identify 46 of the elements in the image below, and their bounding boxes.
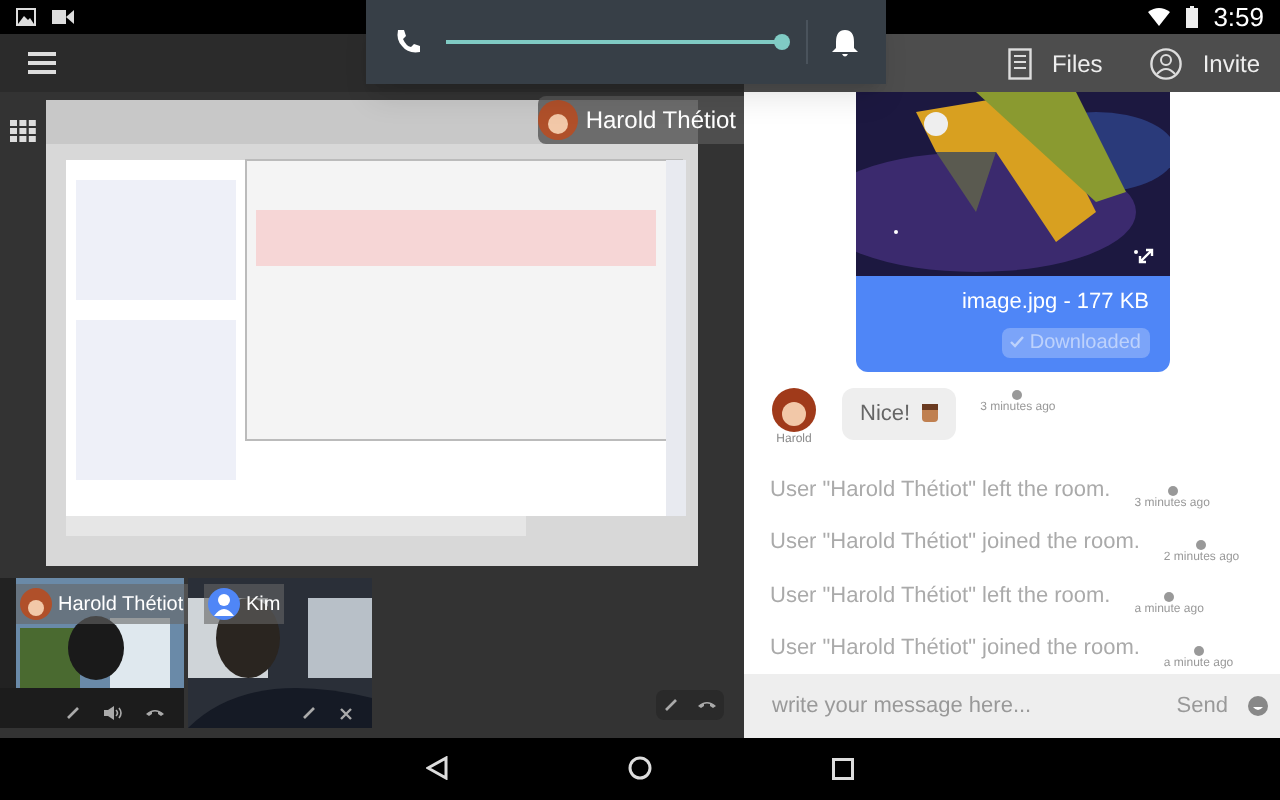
person-icon (1150, 47, 1183, 80)
battery-icon (1185, 6, 1198, 28)
grid-icon[interactable] (10, 120, 36, 143)
clock-icon (1196, 539, 1207, 550)
bell-icon[interactable] (832, 27, 858, 57)
send-button[interactable]: Send (1176, 689, 1228, 723)
close-icon[interactable] (340, 707, 352, 720)
hang-up-icon[interactable] (698, 700, 716, 711)
speaker-icon[interactable] (104, 706, 122, 721)
clock-icon (1164, 592, 1175, 603)
participant-name: Kim (246, 591, 281, 620)
document-icon (1007, 47, 1032, 80)
message-input[interactable]: write your message here... (772, 689, 1177, 723)
downloaded-button[interactable]: Downloaded (1001, 327, 1149, 358)
recents-icon[interactable] (832, 757, 854, 780)
phone-icon (394, 28, 422, 56)
message-text: Nice! (860, 399, 911, 430)
person-icon (208, 588, 240, 621)
system-message: User "Harold Thétiot" left the room. (770, 581, 1111, 612)
avatar (772, 387, 816, 432)
wifi-icon (1147, 8, 1170, 26)
clock-time: 3:59 (1213, 0, 1264, 36)
image-icon (16, 8, 36, 26)
check-icon (1009, 336, 1024, 349)
face-icon (922, 404, 939, 423)
system-message: User "Harold Thétiot" joined the room. (770, 634, 1140, 665)
home-icon[interactable] (628, 756, 652, 781)
avatar (20, 588, 52, 621)
invite-button[interactable]: Invite (1150, 45, 1260, 82)
menu-icon[interactable] (28, 52, 56, 75)
message-composer[interactable]: write your message here... Send (744, 673, 1280, 738)
participant-name: Harold Thétiot (58, 591, 184, 620)
emoji-icon[interactable] (1248, 695, 1268, 716)
video-camera-icon (52, 10, 74, 24)
clock-icon (1012, 389, 1023, 400)
file-name: image.jpg - 177 KB (961, 288, 1149, 319)
files-button[interactable]: Files (1007, 45, 1103, 82)
volume-thumb[interactable] (774, 34, 790, 50)
presenter-name: Harold Thétiot (585, 104, 736, 139)
clock-icon (1193, 645, 1204, 656)
clock-icon (1167, 486, 1178, 497)
back-icon[interactable] (426, 756, 448, 781)
system-message: User "Harold Thétiot" left the room. (770, 475, 1111, 506)
system-message: User "Harold Thétiot" joined the room. (770, 528, 1140, 559)
avatar (537, 100, 578, 141)
hang-up-icon[interactable] (146, 708, 164, 719)
